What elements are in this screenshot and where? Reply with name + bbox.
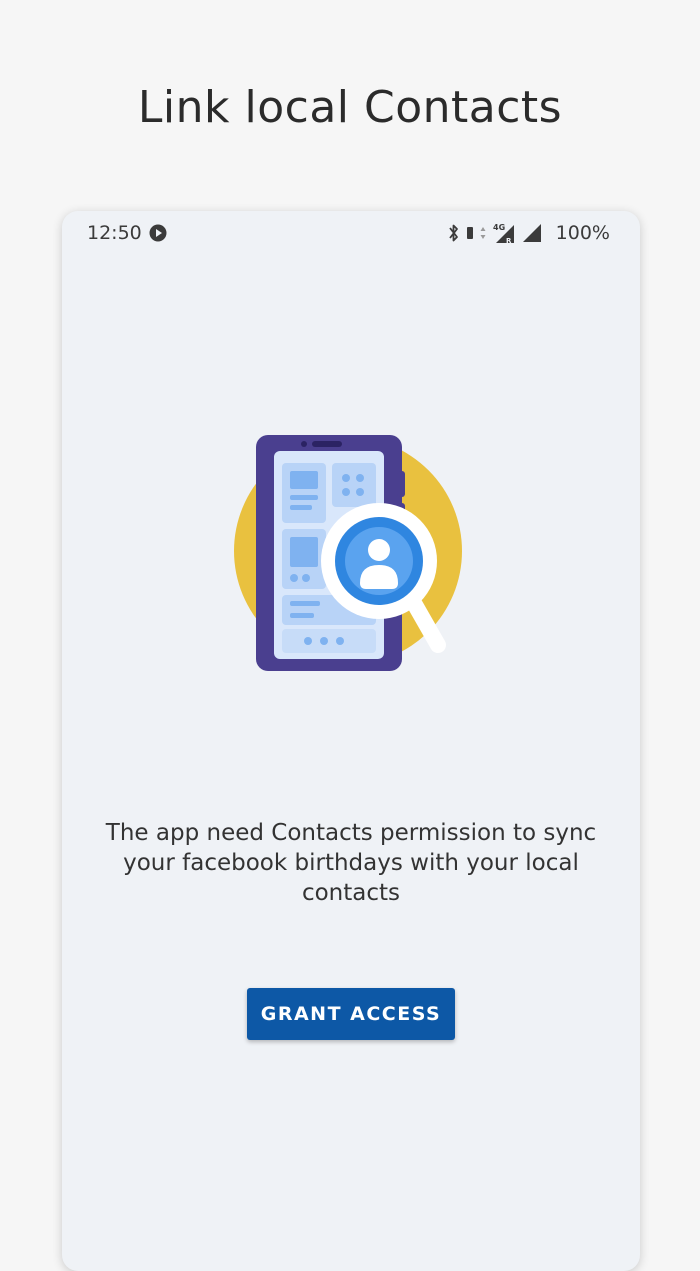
roaming-label: R xyxy=(506,237,512,245)
page-title: Link local Contacts xyxy=(137,82,563,133)
vibrate-icon xyxy=(466,227,473,239)
network-type-label: 4G xyxy=(493,223,505,232)
battery-level: 100% xyxy=(555,222,610,244)
signal-4g-icon: 4G R xyxy=(493,223,514,245)
grant-access-button[interactable]: GRANT ACCESS xyxy=(247,988,455,1040)
signal-icon xyxy=(522,224,541,242)
bluetooth-icon xyxy=(448,224,458,242)
phone-contact-search-illustration xyxy=(234,435,462,671)
status-bar: 12:50 4G R 100% xyxy=(62,211,640,255)
status-icons: 4G R 100% xyxy=(448,222,610,245)
data-arrows-icon xyxy=(480,227,486,239)
permission-message: The app need Contacts permission to sync… xyxy=(105,820,597,906)
status-time: 12:50 xyxy=(87,222,142,244)
phone-screen: 12:50 4G R 100% The app need Contacts pe… xyxy=(62,211,640,1271)
play-icon xyxy=(149,224,167,242)
